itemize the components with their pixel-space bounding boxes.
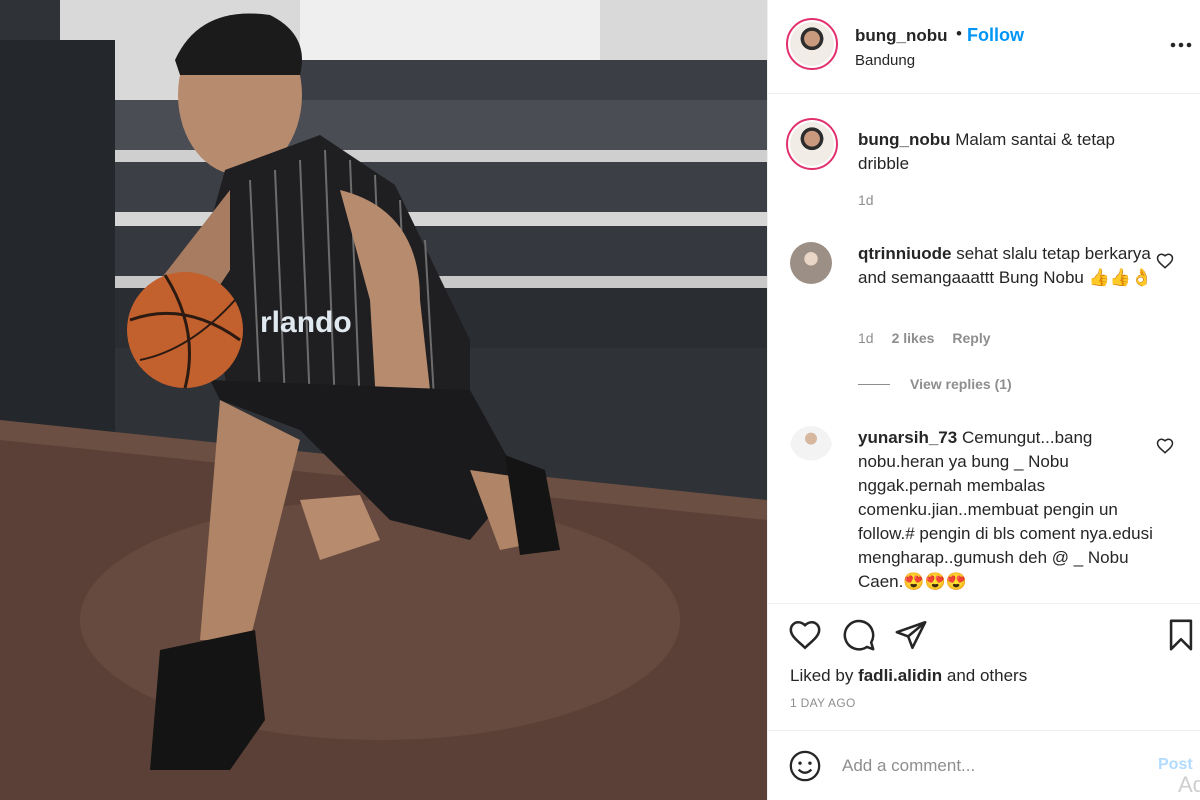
comment-bubble-icon[interactable]: [842, 618, 876, 652]
liked-by-others[interactable]: and others: [947, 666, 1027, 685]
post-header: bung_nobu • Follow Bandung: [768, 0, 1200, 94]
liked-by-user[interactable]: fadli.alidin: [858, 666, 942, 685]
basketball-player-photo: rlando: [0, 0, 767, 800]
reply-button[interactable]: Reply: [952, 330, 990, 346]
heart-icon[interactable]: [788, 618, 822, 652]
author-avatar[interactable]: [786, 18, 838, 70]
comment-item: yunarsih_73 Cemungut...bang nobu.heran y…: [858, 426, 1158, 594]
ad-watermark: Ad: [1178, 772, 1200, 797]
comment-text: Cemungut...bang nobu.heran ya bung _ Nob…: [858, 428, 1153, 591]
comment-like-heart-icon[interactable]: [1156, 252, 1174, 270]
caption-avatar[interactable]: [786, 118, 838, 170]
comment-like-heart-icon[interactable]: [1156, 437, 1174, 455]
caption-timestamp[interactable]: 1d: [858, 192, 874, 208]
bookmark-icon[interactable]: [1164, 618, 1198, 652]
view-replies-button[interactable]: View replies (1): [858, 376, 1012, 392]
post-actions-bar: Liked by fadli.alidin and others: [768, 603, 1200, 703]
author-username[interactable]: bung_nobu: [855, 26, 948, 46]
comment-likes-count[interactable]: 2 likes: [892, 330, 935, 346]
comment-username[interactable]: qtrinniuode: [858, 244, 951, 263]
replies-divider-line: [858, 383, 890, 385]
smiley-icon[interactable]: [788, 749, 822, 783]
liked-by-summary: Liked by fadli.alidin and others: [790, 666, 1027, 686]
post-photo[interactable]: rlando: [0, 0, 767, 800]
follow-button[interactable]: Follow: [967, 25, 1024, 46]
comment-username[interactable]: yunarsih_73: [858, 428, 957, 447]
comment-item: qtrinniuode sehat slalu tetap berkarya a…: [858, 242, 1158, 290]
commenter-avatar[interactable]: [790, 426, 832, 468]
svg-text:rlando: rlando: [260, 306, 352, 339]
post-caption: bung_nobu Malam santai & tetap dribble: [858, 128, 1158, 176]
commenter-avatar[interactable]: [790, 242, 832, 284]
post-side-panel: bung_nobu • Follow Bandung bung_nobu Mal…: [767, 0, 1200, 800]
view-replies-label: View replies (1): [910, 376, 1012, 392]
liked-by-prefix: Liked by: [790, 666, 854, 685]
caption-username[interactable]: bung_nobu: [858, 130, 951, 149]
more-options-icon[interactable]: [1168, 32, 1194, 58]
separator-dot: •: [956, 24, 962, 43]
comment-timestamp[interactable]: 1d: [858, 330, 874, 346]
post-timestamp[interactable]: 1 DAY AGO: [790, 696, 856, 710]
comment-meta: 1d 2 likes Reply: [858, 330, 991, 346]
comment-input[interactable]: [842, 753, 1142, 779]
add-comment-bar: Post: [768, 730, 1200, 800]
location-link[interactable]: Bandung: [855, 52, 915, 69]
paper-plane-icon[interactable]: [894, 618, 928, 652]
